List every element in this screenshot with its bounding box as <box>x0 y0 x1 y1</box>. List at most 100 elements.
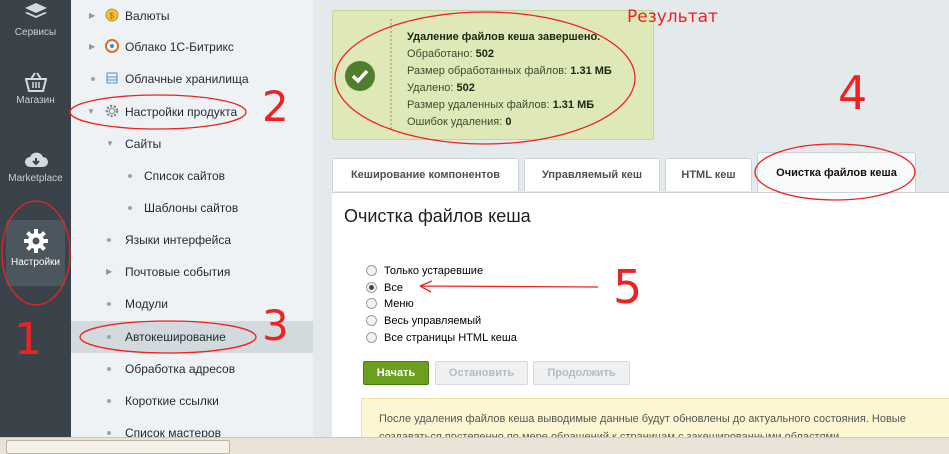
errors-label: Ошибок удаления: <box>407 116 503 128</box>
settings-tree: ▶ $ Валюты ▶ Облако 1С-Битрикс Облачные … <box>71 0 314 437</box>
processed-label: Обработано: <box>407 48 473 60</box>
tree-item-currencies[interactable]: ▶ $ Валюты <box>71 0 313 32</box>
gear-icon <box>105 104 119 118</box>
tree-label: Почтовые события <box>125 265 231 279</box>
radio-button[interactable] <box>366 265 377 276</box>
continue-button[interactable]: Продолжить <box>533 361 630 385</box>
processed-size-value: 1.31 МБ <box>570 65 612 77</box>
tree-item-short-links[interactable]: Короткие ссылки <box>71 385 313 417</box>
annotation-number-1: 1 <box>14 314 42 365</box>
info-text-line1: После удаления файлов кеша выводимые дан… <box>379 413 906 425</box>
rail-item-services[interactable]: Сервисы <box>0 0 71 44</box>
gear-icon <box>23 229 48 253</box>
radio-label: Весь управляемый <box>384 315 482 327</box>
tree-label: Настройки продукта <box>125 105 238 119</box>
deleted-size-label: Размер удаленных файлов: <box>407 99 550 111</box>
tab-html-cache[interactable]: HTML кеш <box>665 158 752 191</box>
errors-value: 0 <box>505 116 512 128</box>
tree-item-url-processing[interactable]: Обработка адресов <box>71 353 313 385</box>
panel-title: Очистка файлов кеша <box>344 206 531 226</box>
info-text-line2: создаваться постепенно по мере обращений… <box>379 431 843 437</box>
tab-clear-cache[interactable]: Очистка файлов кеша <box>757 152 916 193</box>
radio-button[interactable] <box>366 282 377 293</box>
result-title: Удаление файлов кеша завершено. <box>407 31 601 43</box>
tab-component-cache[interactable]: Кеширование компонентов <box>332 158 519 191</box>
status-tab[interactable] <box>6 440 230 454</box>
annotation-number-5: 5 <box>613 260 643 314</box>
rail-label-shop: Магазин <box>16 95 55 106</box>
rail-label-services: Сервисы <box>14 27 57 38</box>
tree-item-bitrix-cloud[interactable]: ▶ Облако 1С-Битрикс <box>71 31 313 63</box>
bullet-icon <box>107 238 111 242</box>
radio-label: Все страницы HTML кеша <box>384 332 517 344</box>
deleted-value: 502 <box>456 82 475 94</box>
tree-label: Автокеширование <box>125 330 226 344</box>
tree-item-site-templates[interactable]: Шаблоны сайтов <box>71 192 313 224</box>
cloud-download-icon <box>24 152 48 167</box>
radio-button[interactable] <box>366 298 377 309</box>
tree-label: Список мастеров <box>125 426 221 437</box>
radio-label: Только устаревшие <box>384 265 484 277</box>
tree-label: Сайты <box>125 137 162 151</box>
tree-label: Шаблоны сайтов <box>144 201 239 215</box>
bullet-icon <box>107 399 111 403</box>
annotation-number-3: 3 <box>262 301 289 350</box>
processed-value: 502 <box>475 48 494 60</box>
tree-label: Языки интерфейса <box>125 233 232 247</box>
browser-status-bar <box>0 437 949 454</box>
bullet-icon <box>107 431 111 435</box>
chevron-right-icon: ▶ <box>89 11 96 20</box>
chevron-right-icon: ▶ <box>89 42 96 51</box>
admin-rail: Сервисы Магазин Marketplace Настройки <box>0 0 71 453</box>
bullet-icon <box>107 335 111 339</box>
layers-icon <box>24 3 47 18</box>
stop-button[interactable]: Остановить <box>435 361 528 385</box>
start-button[interactable]: Начать <box>363 361 429 385</box>
tree-label: Список сайтов <box>144 169 226 183</box>
radio-button[interactable] <box>366 332 377 343</box>
deleted-size-value: 1.31 МБ <box>552 99 595 111</box>
basket-icon <box>24 72 47 92</box>
rail-label-settings: Настройки <box>10 257 61 268</box>
info-note: После удаления файлов кеша выводимые дан… <box>361 398 949 439</box>
rail-item-settings[interactable]: Настройки <box>6 220 65 286</box>
bullet-icon <box>91 77 95 81</box>
tree-label: Обработка адресов <box>125 362 236 376</box>
processed-size-label: Размер обработанных файлов: <box>407 65 568 77</box>
tree-item-mail-events[interactable]: ▶ Почтовые события <box>71 256 313 288</box>
radio-label: Все <box>384 282 403 294</box>
svg-text:$: $ <box>110 12 115 21</box>
tree-item-wizards[interactable]: Список мастеров <box>71 417 313 437</box>
tree-label: Короткие ссылки <box>125 394 219 408</box>
bullet-icon <box>128 174 132 178</box>
bitrix-cloud-icon <box>105 39 119 53</box>
tree-label: Облако 1С-Битрикс <box>125 40 234 54</box>
chevron-right-icon: ▶ <box>106 267 113 276</box>
tree-label: Облачные хранилища <box>125 72 249 86</box>
rail-item-shop[interactable]: Магазин <box>0 72 71 116</box>
divider <box>390 19 392 129</box>
check-icon <box>345 61 375 91</box>
bullet-icon <box>107 367 111 371</box>
chevron-down-icon: ▼ <box>106 139 114 148</box>
bullet-icon <box>128 206 132 210</box>
annotation-number-4: 4 <box>838 66 868 120</box>
deleted-label: Удалено: <box>407 82 454 94</box>
bullet-icon <box>107 302 111 306</box>
tree-item-sites[interactable]: ▼ Сайты <box>71 128 313 160</box>
rail-label-marketplace: Marketplace <box>8 173 63 184</box>
tree-item-site-list[interactable]: Список сайтов <box>71 160 313 192</box>
radio-button[interactable] <box>366 315 377 326</box>
tree-label: Модули <box>125 297 168 311</box>
annotation-result-label: Результат <box>627 7 718 27</box>
annotation-number-2: 2 <box>262 82 289 131</box>
tree-label: Валюты <box>125 9 170 23</box>
coin-icon: $ <box>105 8 119 22</box>
rail-item-marketplace[interactable]: Marketplace <box>0 150 71 194</box>
chevron-down-icon: ▼ <box>87 107 95 116</box>
radio-label: Меню <box>384 298 414 310</box>
storage-icon <box>106 72 118 84</box>
tree-item-languages[interactable]: Языки интерфейса <box>71 224 313 256</box>
result-message: Удаление файлов кеша завершено. Обработа… <box>332 10 654 140</box>
tab-managed-cache[interactable]: Управляемый кеш <box>524 158 660 191</box>
